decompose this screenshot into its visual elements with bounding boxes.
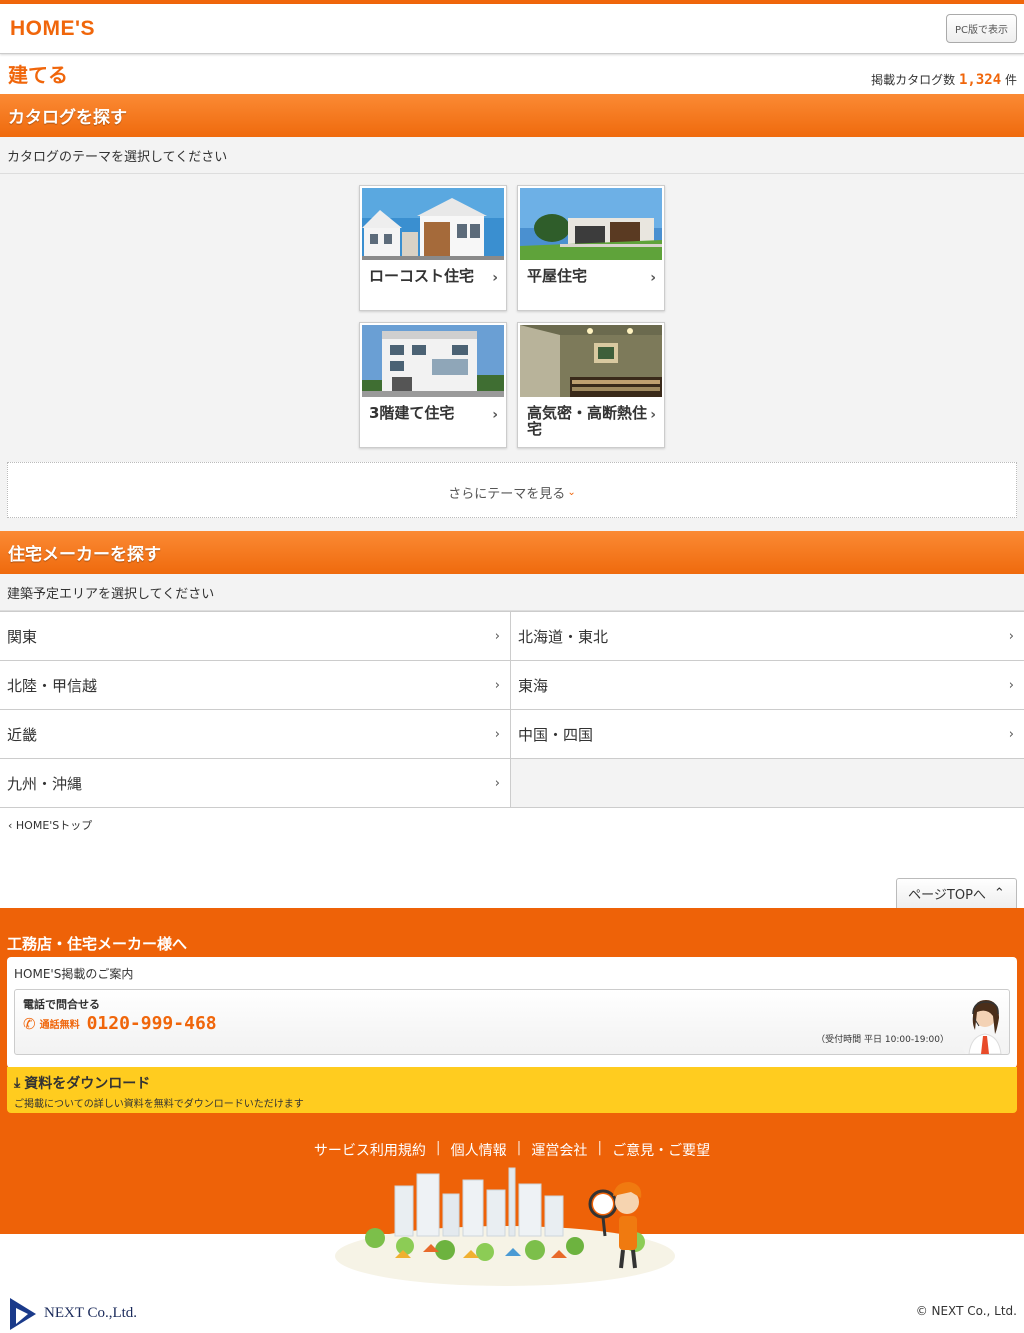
business-hours: （受付時間 平日 10:00-19:00） (816, 1035, 949, 1045)
catalog-section-heading: カタログを探す (0, 94, 1024, 137)
theme-label-row: 3階建て住宅 › (362, 397, 504, 423)
chevron-right-icon: › (1008, 726, 1014, 742)
toll-free-label: 通話無料 (39, 1020, 80, 1031)
more-themes-label: さらにテーマを見る (448, 486, 566, 502)
area-grid: 関東 › 北海道・東北 › 北陸・甲信越 › 東海 › 近畿 › 中国・四国 ›… (0, 611, 1024, 808)
theme-label-three-story: 3階建て住宅 (369, 404, 455, 422)
area-chugoku-shikoku[interactable]: 中国・四国 › (511, 710, 1024, 759)
area-hokkaido-tohoku[interactable]: 北海道・東北 › (511, 612, 1024, 661)
catalog-count-suffix: 件 (1004, 73, 1017, 87)
company-name: NEXT Co.,Ltd. (44, 1304, 138, 1321)
download-description: ご掲載についての詳しい資料を無料でダウンロードいただけます (14, 1099, 304, 1110)
chevron-right-icon: › (1008, 677, 1014, 693)
download-box[interactable]: ⤓ 資料をダウンロード ご掲載についての詳しい資料を無料でダウンロードいただけま… (7, 1067, 1017, 1113)
footer-link-privacy[interactable]: 個人情報 (451, 1140, 507, 1160)
area-label: 近畿 (7, 725, 38, 744)
theme-label-row: 平屋住宅 › (520, 260, 662, 286)
chevron-up-icon: ⌃ (993, 886, 1005, 901)
download-icon: ⤓ (14, 1075, 21, 1091)
footer-heading: 工務店・住宅メーカー様へ (7, 935, 188, 953)
chevron-right-icon: › (494, 726, 500, 742)
more-themes-button[interactable]: さらにテーマを見る ⌄ (7, 462, 1017, 518)
catalog-instruction: カタログのテーマを選択してください (0, 137, 1024, 174)
footer-links: サービス利用規約 | 個人情報 | 運営会社 | ご意見・ご要望 (7, 1140, 1017, 1160)
area-label: 北陸・甲信越 (7, 676, 98, 695)
catalog-count-number: 1,324 (959, 72, 1002, 88)
one-story-house-photo (520, 188, 662, 260)
area-label: 北海道・東北 (518, 627, 609, 646)
back-link-row: ‹ HOME'Sトップ (0, 808, 1024, 878)
footer-link-terms[interactable]: サービス利用規約 (314, 1140, 426, 1160)
business-info-title[interactable]: HOME'S掲載のご案内 (14, 965, 1010, 982)
chevron-right-icon: › (650, 270, 656, 286)
chevron-right-icon: › (1008, 628, 1014, 644)
operator-avatar (959, 990, 1009, 1060)
phone-row: ✆ 通話無料 0120-999-468 (23, 1013, 1001, 1034)
title-row: 建てる 掲載カタログ数 1,324 件 (0, 54, 1024, 94)
page-title: 建てる (8, 63, 68, 87)
phone-contact-box[interactable]: 電話で問合せる ✆ 通話無料 0120-999-468 （受付時間 平日 10:… (14, 989, 1010, 1060)
area-label: 中国・四国 (518, 725, 594, 744)
chevron-right-icon: › (492, 270, 498, 286)
page-top-label: ページTOPへ (908, 888, 986, 903)
area-kyushu-okinawa[interactable]: 九州・沖縄 › (0, 759, 511, 808)
phone-contact-label: 電話で問合せる (23, 998, 100, 1011)
chevron-right-icon: › (492, 407, 498, 423)
theme-card-one-story[interactable]: 平屋住宅 › (517, 185, 665, 311)
chevron-left-icon: ‹ (8, 819, 13, 832)
homes-top-link[interactable]: HOME'Sトップ (16, 819, 92, 832)
footer-link-feedback[interactable]: ご意見・ご要望 (612, 1140, 710, 1160)
theme-label-insulated: 高気密・高断熱住宅 (527, 404, 648, 438)
homes-logo[interactable]: HOME'S (10, 17, 95, 41)
area-kinki[interactable]: 近畿 › (0, 710, 511, 759)
footer-link-separator: | (516, 1140, 522, 1156)
theme-card-insulated[interactable]: 高気密・高断熱住宅 › (517, 322, 665, 448)
theme-label-row: ローコスト住宅 › (362, 260, 504, 286)
site-footer: 工務店・住宅メーカー様へ HOME'S掲載のご案内 電話で問合せる ✆ 通話無料… (0, 908, 1024, 1286)
bottom-bar: NEXT Co.,Ltd. © NEXT Co., Ltd. (0, 1234, 1024, 1333)
area-instruction: 建築予定エリアを選択してください (0, 574, 1024, 611)
area-empty-cell (511, 759, 1024, 808)
chevron-right-icon: › (650, 407, 656, 423)
theme-label-one-story: 平屋住宅 (527, 267, 588, 285)
area-label: 九州・沖縄 (7, 774, 83, 793)
insulated-house-interior-photo (520, 325, 662, 397)
theme-area: ローコスト住宅 › 平屋住宅 › 3階建て住宅 › 高気密・高断熱住宅 › さら… (0, 174, 1024, 531)
catalog-count-prefix: 掲載カタログ数 (871, 73, 956, 87)
phone-icon: ✆ (23, 1014, 36, 1033)
site-header: HOME'S PC版で表示 (0, 4, 1024, 54)
business-info-box: HOME'S掲載のご案内 電話で問合せる ✆ 通話無料 0120-999-468… (7, 957, 1017, 1068)
pagetop-row: ページTOPへ ⌃ (0, 878, 1024, 908)
area-kanto[interactable]: 関東 › (0, 612, 511, 661)
theme-card-low-cost[interactable]: ローコスト住宅 › (359, 185, 507, 311)
area-tokai[interactable]: 東海 › (511, 661, 1024, 710)
page-top-button[interactable]: ページTOPへ ⌃ (896, 878, 1017, 908)
download-title: 資料をダウンロード (24, 1076, 151, 1092)
next-company-logo[interactable]: NEXT Co.,Ltd. (8, 1296, 137, 1330)
theme-label-low-cost: ローコスト住宅 (369, 267, 475, 285)
chevron-right-icon: › (494, 628, 500, 644)
maker-section-heading: 住宅メーカーを探す (0, 531, 1024, 574)
chevron-right-icon: › (494, 677, 500, 693)
theme-card-three-story[interactable]: 3階建て住宅 › (359, 322, 507, 448)
footer-link-separator: | (597, 1140, 603, 1156)
footer-link-company[interactable]: 運営会社 (531, 1140, 587, 1160)
theme-grid: ローコスト住宅 › 平屋住宅 › 3階建て住宅 › 高気密・高断熱住宅 › (359, 185, 665, 448)
area-hokuriku-koshinetsu[interactable]: 北陸・甲信越 › (0, 661, 511, 710)
low-cost-house-photo (362, 188, 504, 260)
next-logo-icon (10, 1298, 36, 1330)
copyright: © NEXT Co., Ltd. (915, 1304, 1017, 1318)
area-label: 関東 (7, 627, 38, 646)
chevron-right-icon: › (494, 775, 500, 791)
catalog-count: 掲載カタログ数 1,324 件 (871, 71, 1017, 88)
download-title-row: ⤓ 資料をダウンロード (14, 1073, 1010, 1093)
area-label: 東海 (518, 676, 549, 695)
three-story-house-photo (362, 325, 504, 397)
chevron-down-icon: ⌄ (567, 486, 576, 498)
pc-view-button[interactable]: PC版で表示 (945, 14, 1017, 43)
phone-number[interactable]: 0120-999-468 (87, 1013, 217, 1034)
theme-label-row: 高気密・高断熱住宅 › (520, 397, 662, 437)
footer-link-separator: | (435, 1140, 441, 1156)
